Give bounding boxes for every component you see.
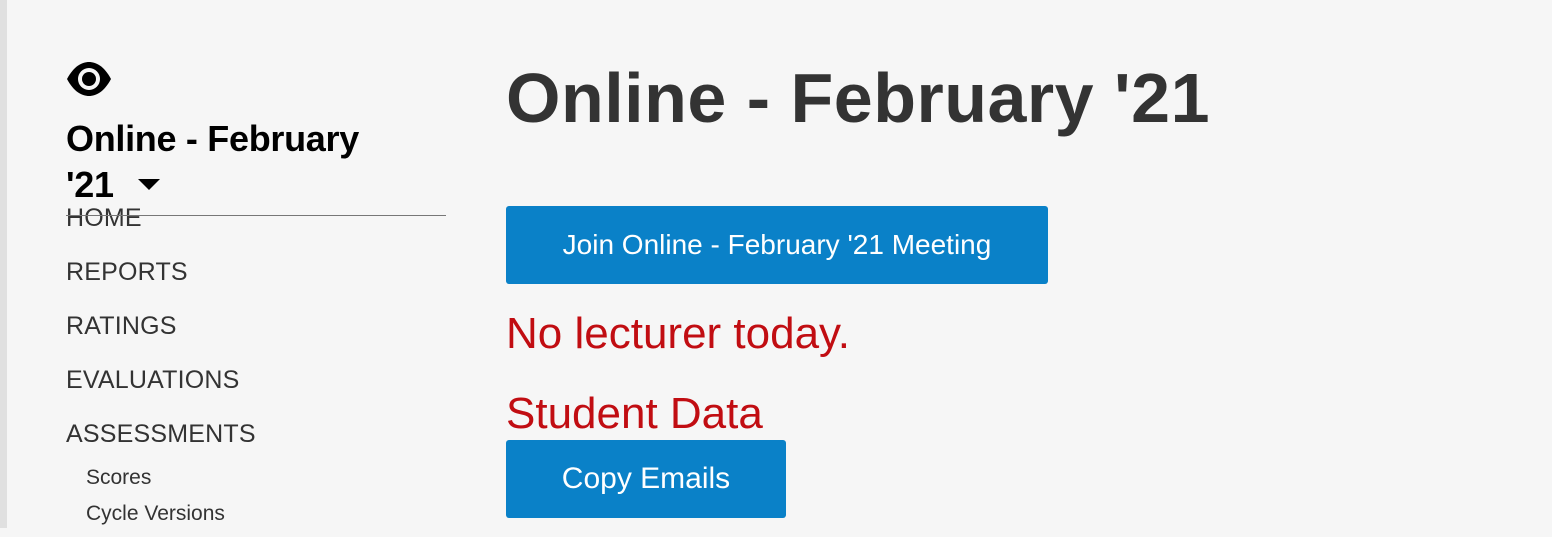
course-title-text: Online - February '21 — [66, 118, 359, 205]
window-edge — [0, 0, 7, 528]
eye-icon[interactable] — [66, 60, 112, 98]
nav-item-reports[interactable]: REPORTS — [66, 257, 256, 311]
lecturer-notice: No lecturer today. — [506, 309, 851, 358]
assessments-subnav: Scores Cycle Versions — [86, 465, 225, 537]
copy-emails-button[interactable]: Copy Emails — [506, 440, 786, 518]
subnav-item-cycle-versions[interactable]: Cycle Versions — [86, 501, 225, 537]
subnav-item-scores[interactable]: Scores — [86, 465, 225, 501]
nav-divider — [66, 215, 446, 216]
caret-down-icon[interactable] — [137, 178, 160, 190]
student-data-heading: Student Data — [506, 389, 763, 438]
nav-item-ratings[interactable]: RATINGS — [66, 311, 256, 365]
page-title: Online - February '21 — [506, 59, 1211, 137]
nav-item-home[interactable]: HOME — [66, 203, 256, 257]
main-content: Online - February '21 Join Online - Febr… — [506, 56, 1211, 518]
join-meeting-button[interactable]: Join Online - February '21 Meeting — [506, 206, 1048, 284]
nav-item-evaluations[interactable]: EVALUATIONS — [66, 365, 256, 419]
sidebar-nav: HOME REPORTS RATINGS EVALUATIONS ASSESSM… — [66, 203, 256, 473]
course-title[interactable]: Online - February '21 — [66, 116, 396, 208]
